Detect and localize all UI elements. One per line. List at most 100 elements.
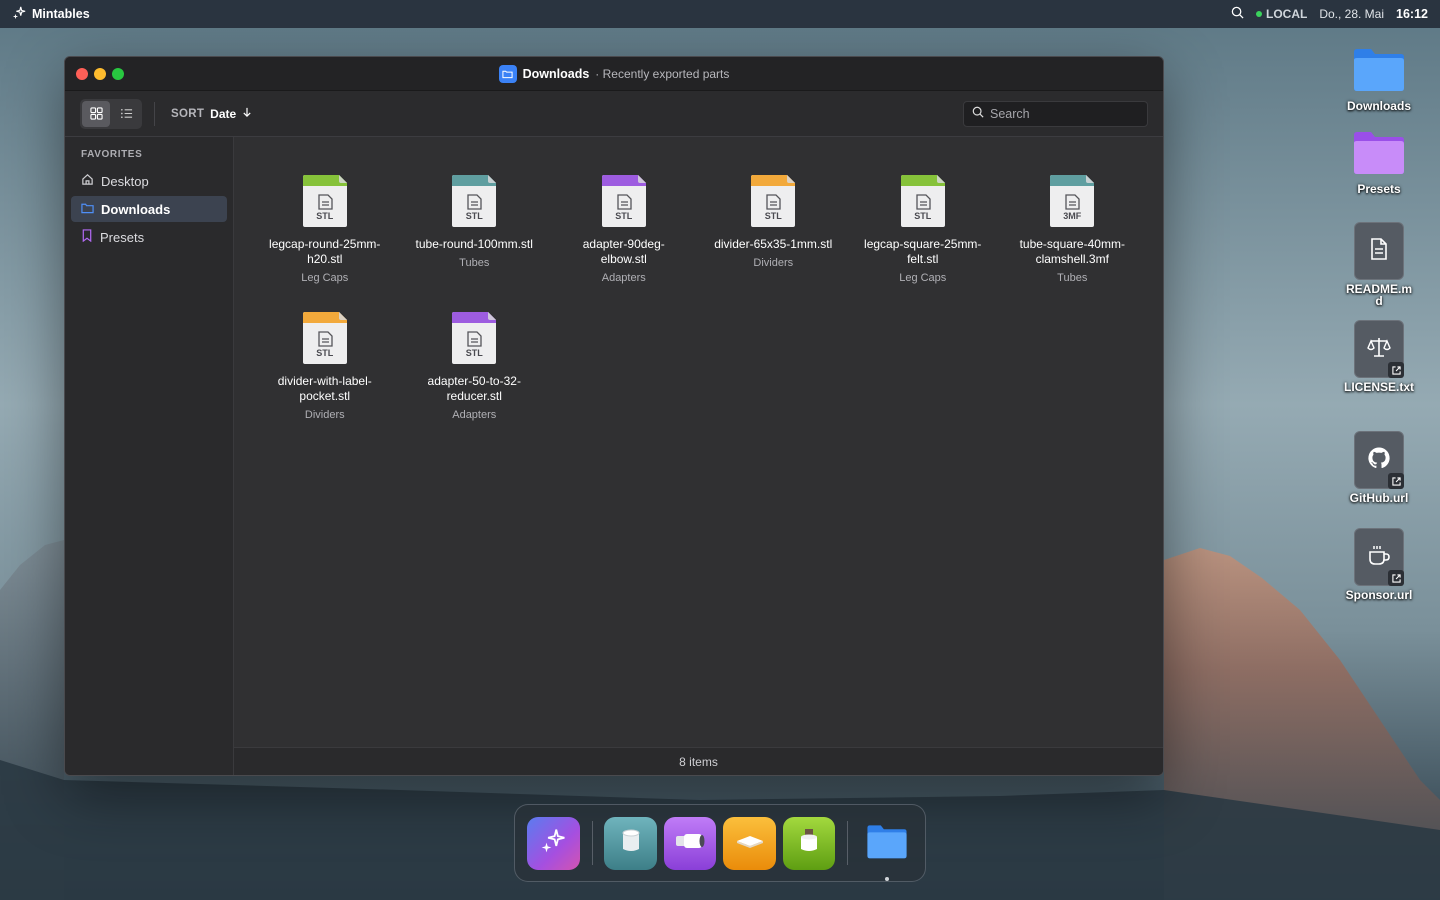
file-item[interactable]: STL tube-round-100mm.stl Tubes [400,175,550,284]
scale-icon [1367,336,1391,363]
folder-icon [81,202,94,217]
file-category: Tubes [459,257,490,269]
menu-bar: Mintables LOCAL Do., 28. Mai 16:12 [0,0,1440,28]
search-icon [972,105,984,123]
file-item[interactable]: STL legcap-round-25mm-h20.stl Leg Caps [250,175,400,284]
file-icon: STL [302,175,347,227]
folder-icon [865,823,909,864]
window-titlebar[interactable]: Downloads · Recently exported parts [65,57,1163,91]
file-item[interactable]: STL adapter-90deg-elbow.stl Adapters [549,175,699,284]
search-input[interactable] [990,107,1140,121]
file-category: Leg Caps [899,272,947,284]
folder-icon [1351,129,1407,180]
sidebar-heading: FAVORITES [81,149,143,160]
cylinder-icon [619,828,643,859]
dock-app-legcaps[interactable] [782,816,836,870]
file-extension: STL [465,348,483,358]
status-dot-icon [1255,11,1262,17]
home-icon [81,173,94,189]
menubar-date: Do., 28. Mai [1319,7,1385,21]
file-name: tube-square-40mm-clamshell.3mf [1019,237,1125,266]
list-icon [120,108,132,119]
file-category: Adapters [601,272,646,284]
file-extension: STL [465,211,483,221]
external-link-icon [1388,570,1404,586]
folder-icon [498,64,517,83]
link-tile [1354,320,1404,378]
maximize-button[interactable] [112,68,124,80]
dock-app-adapters[interactable] [663,816,717,870]
file-icon: STL [452,312,497,364]
connection-status: LOCAL [1255,7,1307,21]
bookmark-icon [81,229,93,245]
file-item[interactable]: 3MF tube-square-40mm-clamshell.3mf Tubes [998,175,1148,284]
file-item[interactable]: STL legcap-square-25mm-felt.stl Leg Caps [848,175,998,284]
view-toggle [80,98,142,129]
file-name: legcap-round-25mm-h20.stl [269,237,381,266]
grid-icon [89,107,103,120]
desktop-icon-sponsor[interactable]: Sponsor.url [1335,528,1423,601]
file-extension: STL [316,211,334,221]
sidebar-item-label: Presets [100,229,145,245]
dock-app-mintables[interactable] [527,816,580,870]
sidebar-item-label: Downloads [101,201,171,217]
file-item[interactable]: STL divider-with-label-pocket.stl Dividers [250,312,400,421]
file-extension: 3MF [1063,211,1082,221]
file-name: legcap-square-25mm-felt.stl [864,237,982,266]
grid-view-button[interactable] [82,100,110,127]
desktop-icon-readme[interactable]: README.md [1335,222,1423,307]
minimize-button[interactable] [94,68,106,80]
window-title-text: Downloads [522,66,590,81]
item-count: 8 items [679,754,718,769]
file-icon: STL [452,175,497,227]
file-name: divider-65x35-1mm.stl [714,237,833,251]
file-item[interactable]: STL divider-65x35-1mm.stl Dividers [699,175,849,284]
file-extension: STL [764,211,782,221]
desktop-icon-label: Presets [1357,182,1401,196]
search-icon[interactable] [1231,6,1244,22]
desktop-icon-license[interactable]: LICENSE.txt [1335,320,1423,393]
cap-icon [798,828,820,859]
sort-control[interactable]: SORT Date [171,107,252,121]
running-indicator [884,876,889,881]
sidebar-item-downloads[interactable]: Downloads [71,196,227,222]
desktop-icon-downloads[interactable]: Downloads [1335,46,1423,112]
desktop-icon-label: README.md [1345,282,1412,308]
sort-value: Date [210,106,237,121]
pipe-icon [674,830,706,857]
sidebar-item-label: Desktop [101,173,149,189]
list-view-button[interactable] [112,101,140,127]
search-field[interactable] [963,101,1148,127]
sparkle-icon [540,828,566,859]
menubar-app[interactable]: Mintables [12,6,90,23]
desktop-icon-presets[interactable]: Presets [1335,129,1423,195]
file-category: Dividers [753,257,794,269]
github-icon [1367,446,1391,475]
desktop-icon-github[interactable]: GitHub.url [1335,431,1423,504]
link-tile [1354,528,1404,586]
finder-window: Downloads · Recently exported parts SORT… [64,56,1164,776]
file-category: Dividers [304,409,345,421]
sidebar-item-desktop[interactable]: Desktop [71,168,227,194]
file-name: tube-round-100mm.stl [415,237,533,251]
plate-icon [735,833,765,854]
folder-icon [1351,46,1407,97]
sidebar-item-presets[interactable]: Presets [71,224,227,250]
file-name: adapter-90deg-elbow.stl [582,237,665,266]
document-icon [1369,237,1389,265]
close-button[interactable] [76,68,88,80]
dock-app-dividers[interactable] [723,816,776,870]
dock-app-files[interactable] [860,817,913,881]
toolbar: SORT Date [65,91,1163,137]
file-category: Adapters [452,409,497,421]
file-item[interactable]: STL adapter-50-to-32-reducer.stl Adapters [400,312,550,421]
file-name: divider-with-label-pocket.stl [277,374,372,403]
dock-app-tubes[interactable] [604,816,657,870]
file-icon: STL [900,175,945,227]
external-link-icon [1388,473,1404,489]
file-icon: STL [302,312,347,364]
status-bar: 8 items [234,747,1163,775]
app-name: Mintables [32,7,90,21]
sparkle-icon [12,6,26,23]
sort-label: SORT [171,107,205,120]
